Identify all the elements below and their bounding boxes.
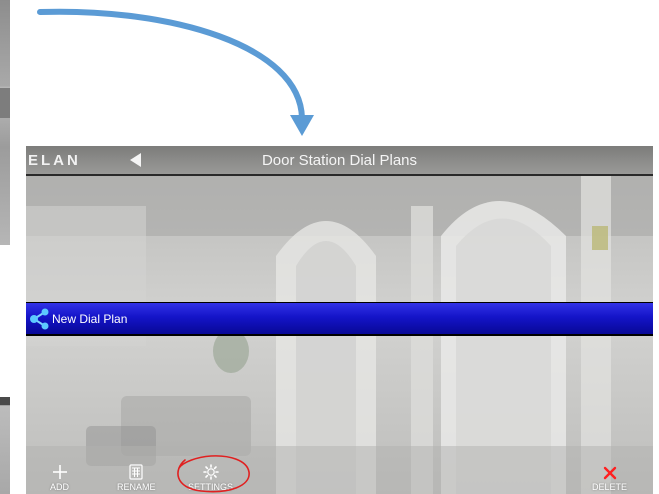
delete-button[interactable]: DELETE — [592, 466, 627, 492]
rename-label: RENAME — [117, 482, 156, 492]
list-item-dial-plan[interactable]: New Dial Plan — [26, 302, 653, 336]
delete-label: DELETE — [592, 482, 628, 492]
rename-button[interactable]: RENAME — [117, 464, 156, 492]
x-icon — [603, 466, 616, 480]
annotation-circle — [177, 455, 250, 493]
adjacent-screenshot-fragment-bottom — [0, 397, 10, 494]
list-item-label: New Dial Plan — [52, 311, 128, 326]
elan-app-screen: ELAN Door Station Dial Plans New Dial Pl… — [26, 146, 653, 494]
page-title: Door Station Dial Plans — [261, 152, 418, 169]
annotation-arrow — [37, 8, 314, 136]
share-icon — [30, 308, 49, 329]
keypad-icon — [129, 464, 143, 480]
add-button[interactable]: ADD — [50, 464, 69, 492]
title-bar: ELAN Door Station Dial Plans — [26, 146, 653, 176]
screenshot-canvas: ELAN Door Station Dial Plans New Dial Pl… — [0, 0, 659, 494]
add-label: ADD — [50, 482, 70, 492]
plus-icon — [52, 465, 67, 479]
